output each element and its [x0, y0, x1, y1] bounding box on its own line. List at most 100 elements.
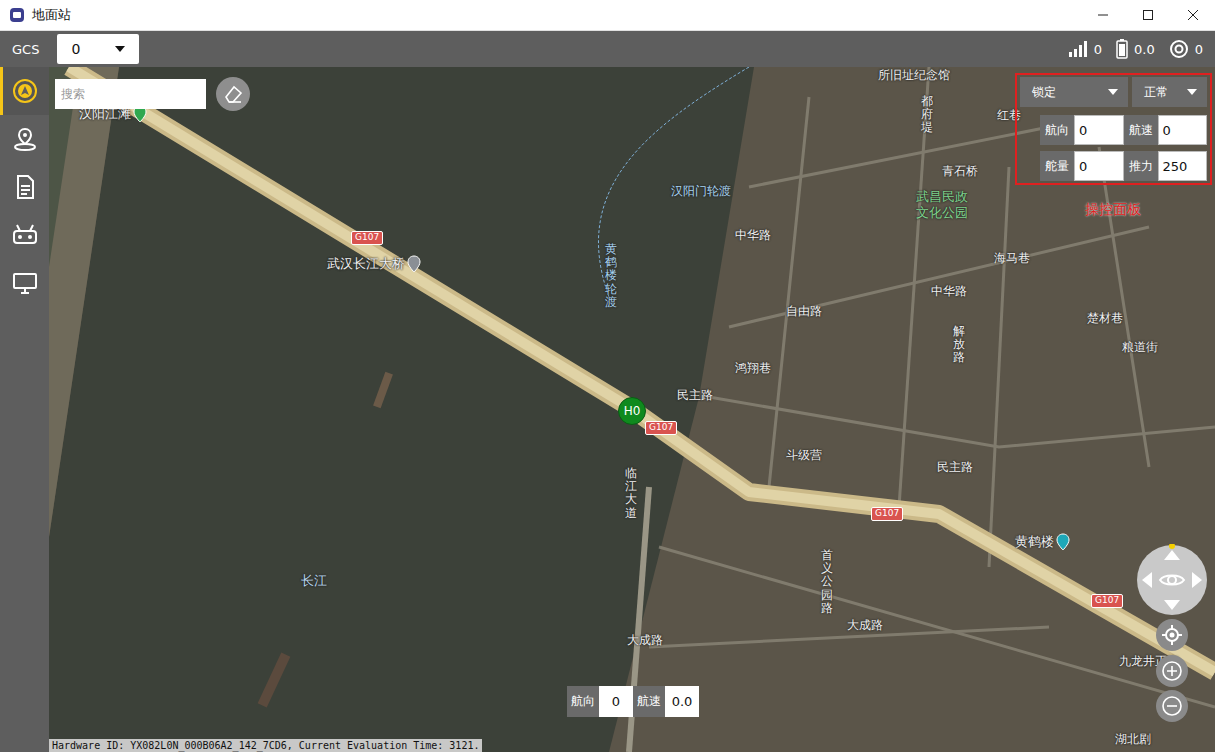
map-label: 黄鹤楼轮渡 [605, 243, 617, 309]
caret-icon [1187, 89, 1197, 95]
maximize-button[interactable] [1125, 0, 1170, 30]
state-select[interactable]: 正常 [1132, 77, 1207, 107]
sidebar-item[interactable] [0, 259, 49, 307]
map-label: 中华路 [931, 283, 967, 300]
maximize-icon [1142, 9, 1154, 21]
map-label: 解放路 [953, 325, 965, 365]
sidebar-item[interactable] [0, 211, 49, 259]
map-label: 楚材巷 [1087, 310, 1123, 327]
poi-pin-icon [1056, 533, 1070, 551]
map-label: 红巷 [997, 107, 1021, 124]
gcs-label: GCS [12, 42, 39, 57]
vehicle-select[interactable]: 0 [57, 34, 139, 64]
map-label: 大成路 [627, 632, 663, 649]
map-label: 长江 [301, 572, 327, 590]
map-label: 武汉长江大桥 [327, 255, 421, 273]
control-panel: 锁定正常航向0航速0舵量0推力250 [1015, 73, 1212, 185]
sidebar-item[interactable] [0, 163, 49, 211]
status-value: 0.0 [1134, 42, 1155, 57]
close-icon [1187, 9, 1199, 21]
map-label: 青石桥 [942, 163, 978, 180]
crosshair-icon [1161, 624, 1183, 646]
minimize-button[interactable] [1080, 0, 1125, 30]
panel-annotation: 操控面板 [1085, 201, 1141, 219]
highway-shield: G107 [871, 507, 903, 521]
status-item: 0 [1068, 40, 1102, 58]
field-input[interactable]: 0 [1158, 115, 1208, 145]
license-watermark: Hardware ID: YX082L0N_000B06A2_142_7CD6,… [49, 739, 482, 752]
caret-icon [115, 46, 125, 52]
map-label: 黄鹤楼 [1015, 533, 1070, 551]
map-label: 民主路 [677, 387, 713, 404]
ground-station-window: 地面站GCS000.00汉阳江滩所旧址纪念馆都府堤红巷青石桥武昌民政文化公园海马… [0, 0, 1215, 752]
zoom-out-button[interactable] [1156, 690, 1188, 722]
battery-icon [1116, 39, 1128, 59]
map-label: 所旧址纪念馆 [878, 67, 950, 84]
minus-icon [1161, 695, 1183, 717]
sidebar-item[interactable] [0, 115, 49, 163]
field-input[interactable]: 250 [1158, 151, 1208, 181]
document-icon [12, 174, 38, 200]
readout-value: 0.0 [665, 686, 699, 717]
map-label: 海马巷 [994, 250, 1030, 267]
readout-label: 航速 [633, 686, 665, 717]
poi-pin-icon [407, 255, 421, 273]
sidebar-item[interactable] [0, 67, 49, 115]
map-label: 大成路 [847, 617, 883, 634]
map-label: 临江大道 [625, 467, 637, 520]
field-label: 航速 [1124, 115, 1158, 145]
vehicle-value: 0 [71, 41, 80, 57]
highway-shield: G107 [351, 231, 383, 245]
map-label: 鸿翔巷 [735, 360, 771, 377]
search-bar [55, 77, 250, 111]
map[interactable]: 汉阳江滩所旧址纪念馆都府堤红巷青石桥武昌民政文化公园海马巷中华路中华路自由路鸿翔… [49, 67, 1215, 752]
caret-icon [1108, 89, 1118, 95]
title-bar: 地面站 [0, 0, 1215, 31]
field-label: 推力 [1124, 151, 1158, 181]
map-label: 粮道街 [1122, 339, 1158, 356]
status-item: 0 [1169, 39, 1203, 59]
map-label: 中华路 [735, 227, 771, 244]
search-input[interactable] [55, 79, 206, 109]
status-item: 0.0 [1116, 39, 1155, 59]
home-marker[interactable]: H0 [618, 397, 646, 425]
mode-value: 锁定 [1032, 84, 1056, 101]
map-label: 武昌民政文化公园 [915, 189, 970, 220]
highway-shield: G107 [645, 421, 677, 435]
field-input[interactable]: 0 [1074, 115, 1124, 145]
close-button[interactable] [1170, 0, 1215, 30]
map-label: 民主路 [937, 459, 973, 476]
readout-label: 航向 [567, 686, 599, 717]
zoom-in-button[interactable] [1156, 655, 1188, 687]
field-label: 航向 [1040, 115, 1074, 145]
map-label: 湖北剧 [1115, 731, 1151, 748]
locate-button[interactable] [1156, 619, 1188, 651]
readout-value: 0 [599, 686, 633, 717]
map-label: 首义公园路 [821, 549, 833, 615]
state-value: 正常 [1144, 84, 1168, 101]
waypoint-icon [12, 126, 38, 152]
pan-arrows-icon [1136, 544, 1208, 616]
status-value: 0 [1094, 42, 1102, 57]
window-title: 地面站 [32, 6, 71, 24]
gps-icon [1169, 39, 1189, 59]
app-icon [9, 7, 25, 23]
plus-icon [1161, 660, 1183, 682]
heading-speed-readout: 航向0航速0.0 [567, 686, 699, 717]
toolbar: GCS 0 0 0.0 0 [0, 31, 1215, 67]
highway-shield: G107 [1091, 594, 1123, 608]
signal-icon [1068, 40, 1088, 58]
monitor-icon [12, 270, 38, 296]
pan-control[interactable] [1136, 544, 1208, 616]
field-input[interactable]: 0 [1074, 151, 1124, 181]
map-label: 斗级营 [786, 447, 822, 464]
map-label: 自由路 [786, 303, 822, 320]
eraser-button[interactable] [216, 77, 250, 111]
field-label: 舵量 [1040, 151, 1074, 181]
sidebar [0, 67, 49, 752]
minimize-icon [1097, 9, 1109, 21]
mode-select[interactable]: 锁定 [1020, 77, 1128, 107]
status-value: 0 [1195, 42, 1203, 57]
controller-icon [12, 222, 38, 248]
map-label: 汉阳门轮渡 [671, 183, 731, 200]
